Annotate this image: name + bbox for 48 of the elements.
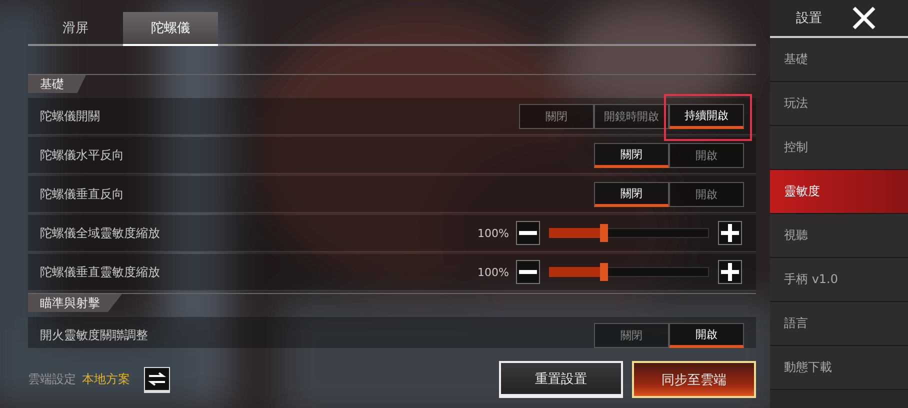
option-button[interactable]: 開啟	[669, 142, 744, 168]
slider-thumb[interactable]	[600, 263, 608, 281]
option-button[interactable]: 關閉	[594, 142, 669, 168]
plus-button[interactable]	[718, 221, 742, 245]
sidebar-item[interactable]: 基礎	[770, 38, 908, 82]
swap-icon	[148, 372, 166, 386]
slider-value: 100%	[478, 226, 509, 240]
sync-button[interactable]: 同步至雲端	[632, 361, 756, 398]
sidebar-item[interactable]: 手柄 v1.0	[770, 258, 908, 302]
sidebar-item[interactable]: 視聽	[770, 214, 908, 258]
option-button[interactable]: 關閉	[594, 322, 669, 348]
close-button[interactable]	[852, 6, 876, 30]
sidebar-item[interactable]: 動態下載	[770, 346, 908, 390]
section-header: 基礎	[28, 75, 86, 93]
plus-button[interactable]	[718, 260, 742, 284]
minus-button[interactable]	[516, 221, 540, 245]
cloud-label: 雲端設定	[28, 371, 76, 388]
reset-button[interactable]: 重置設置	[499, 361, 623, 398]
section-header: 瞄準與射擊	[28, 294, 122, 312]
sidebar-item[interactable]: 靈敏度	[770, 170, 908, 214]
option-button[interactable]: 開啟	[669, 182, 744, 206]
slider-value: 100%	[478, 266, 509, 278]
slider-thumb[interactable]	[600, 224, 608, 242]
swap-button[interactable]	[144, 366, 170, 392]
sidebar-item[interactable]: 玩法	[770, 82, 908, 126]
sidebar-title: 設置	[796, 10, 822, 27]
option-button[interactable]: 持續開啟	[669, 104, 744, 128]
minus-icon	[519, 231, 537, 235]
sidebar-item[interactable]: 語言	[770, 302, 908, 346]
tab[interactable]: 滑屏	[28, 12, 123, 44]
plus-icon	[721, 224, 739, 242]
setting-label: 陀螺儀垂直反向	[40, 186, 125, 202]
setting-label: 陀螺儀開關	[40, 108, 101, 124]
option-button[interactable]: 關閉	[519, 104, 594, 128]
option-button[interactable]: 開啟	[669, 322, 744, 348]
plus-icon	[721, 263, 739, 281]
close-icon	[852, 6, 876, 30]
option-button[interactable]: 關閉	[594, 182, 669, 206]
setting-label: 陀螺儀全域靈敏度縮放	[40, 224, 161, 242]
cloud-value: 本地方案	[82, 371, 130, 388]
setting-label: 陀螺儀垂直靈敏度縮放	[40, 264, 161, 280]
tab[interactable]: 陀螺儀	[123, 12, 218, 46]
setting-label: 開火靈敏度關聯調整	[40, 326, 149, 344]
minus-button[interactable]	[516, 260, 540, 284]
sidebar-item[interactable]: 控制	[770, 126, 908, 170]
minus-icon	[519, 270, 537, 274]
setting-label: 陀螺儀水平反向	[40, 146, 125, 164]
option-button[interactable]: 開鏡時開啟	[594, 104, 669, 128]
